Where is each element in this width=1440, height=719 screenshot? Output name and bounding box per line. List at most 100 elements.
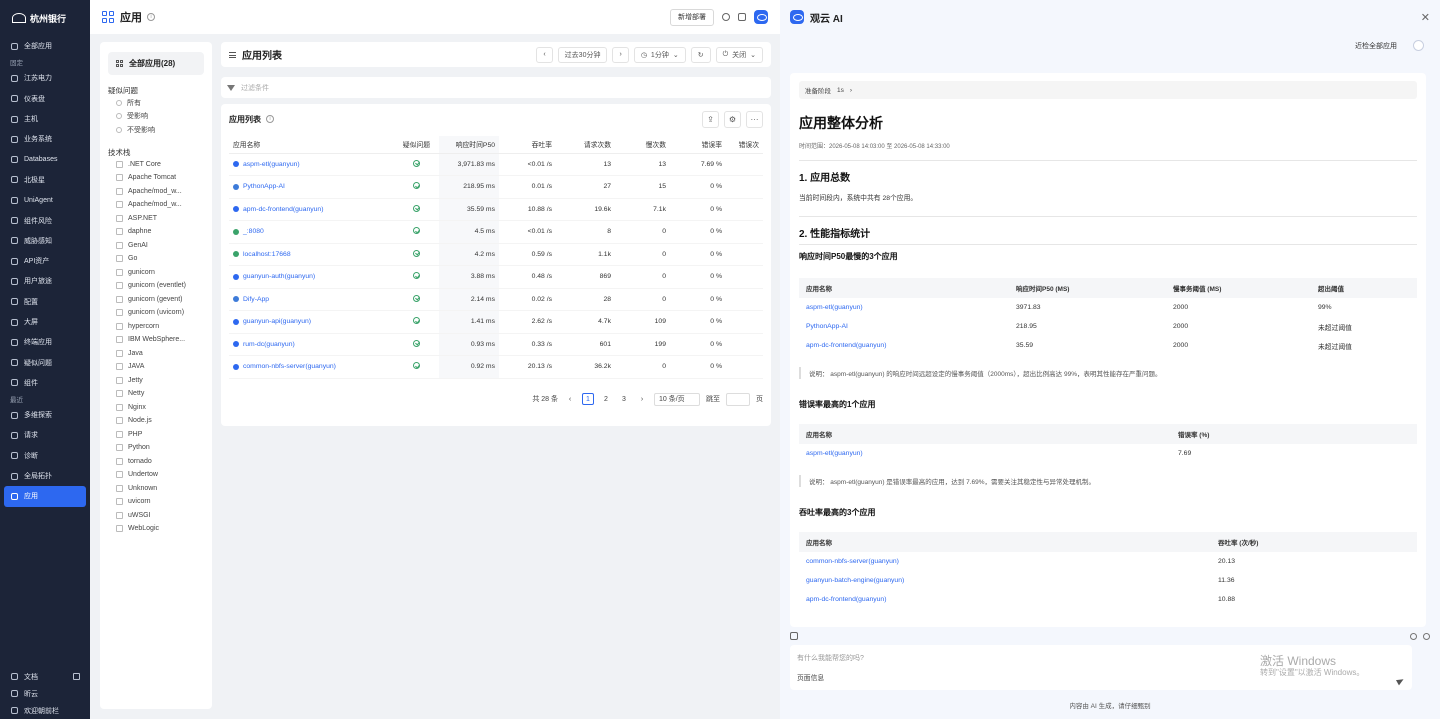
table-row[interactable]: guanyun-auth(guanyun) 3.88 ms 0.48 /s 869 0 0… xyxy=(229,265,763,289)
nav-item-江苏电力[interactable]: 江苏电力 xyxy=(0,68,90,88)
column-settings-icon[interactable]: ⚙ xyxy=(724,110,741,128)
column-header[interactable]: 疑似问题 xyxy=(394,136,439,154)
tech-filter-item[interactable]: Java xyxy=(108,347,204,361)
collapse-sidebar-icon[interactable] xyxy=(73,673,80,680)
nav-item-组件风险[interactable]: 组件风险 xyxy=(0,210,90,230)
nav-item-终端应用[interactable]: 终端应用 xyxy=(0,332,90,352)
nav-item-文档[interactable]: 文档 xyxy=(0,668,90,685)
tech-filter-item[interactable]: Jetty xyxy=(108,374,204,388)
column-header[interactable]: 错误次 xyxy=(726,136,763,154)
app-name-link[interactable]: guanyun-auth(guanyun) xyxy=(233,273,390,280)
step-indicator[interactable]: 准备阶段 1s › xyxy=(799,81,1417,99)
app-name-link[interactable]: apm-dc-frontend(guanyun) xyxy=(233,206,390,213)
app-name-link[interactable]: aspm-etl(guanyun) xyxy=(799,444,1171,463)
app-name-link[interactable]: apm-dc-frontend(guanyun) xyxy=(799,590,1211,609)
tech-filter-item[interactable]: PHP xyxy=(108,428,204,442)
app-name-link[interactable]: localhost:17668 xyxy=(233,251,390,258)
tech-filter-item[interactable]: Node.js xyxy=(108,414,204,428)
nav-item-欢迎朝前栏[interactable]: 欢迎朝前栏 xyxy=(0,702,90,719)
refresh-button[interactable]: ↻ xyxy=(690,46,711,63)
nav-item-UniAgent[interactable]: UniAgent xyxy=(0,190,90,210)
tech-filter-item[interactable]: gunicorn (gevent) xyxy=(108,293,204,307)
tech-filter-item[interactable]: uvicorn xyxy=(108,495,204,509)
all-apps-filter[interactable]: 全部应用(28) xyxy=(108,52,204,75)
nav-item-Databases[interactable]: Databases xyxy=(0,149,90,169)
auto-refresh-toggle[interactable]: ⏻ 关闭 ⌄ xyxy=(715,46,763,63)
more-icon[interactable]: ··· xyxy=(746,110,763,128)
column-header[interactable]: 应用名称 xyxy=(229,136,394,154)
column-header[interactable]: 错误率 xyxy=(670,136,726,154)
table-row[interactable]: Dify-App 2.14 ms 0.02 /s 28 0 0 % xyxy=(229,288,763,311)
table-row[interactable]: guanyun-api(guanyun) 1.41 ms 2.62 /s 4.7k 10… xyxy=(229,310,763,334)
column-header[interactable]: 慢次数 xyxy=(615,136,670,154)
app-name-link[interactable]: common-nbfs-server(guanyun) xyxy=(233,363,390,370)
tech-filter-item[interactable]: Apache/mod_w... xyxy=(108,198,204,212)
app-name-cell[interactable]: common-nbfs-server(guanyun) xyxy=(229,355,394,379)
history-icon[interactable] xyxy=(1410,632,1417,640)
table-row[interactable]: common-nbfs-server(guanyun) 0.92 ms 20.13 … xyxy=(229,355,763,379)
suspect-option[interactable]: 不受影响 xyxy=(108,123,204,137)
brand-logo[interactable]: 杭州银行 xyxy=(0,0,90,36)
time-range-picker[interactable]: 过去30分钟 xyxy=(557,46,608,63)
app-name-cell[interactable]: rum-dc(guanyun) xyxy=(229,333,394,356)
app-name-cell[interactable]: PythonApp-AI xyxy=(229,175,394,199)
suspect-option[interactable]: 受影响 xyxy=(108,110,204,124)
nav-item-用户旅途[interactable]: 用户旅途 xyxy=(0,271,90,291)
app-name-link[interactable]: guanyun-batch-engine(guanyun) xyxy=(799,571,1211,590)
table-row[interactable]: _:8080 4.5 ms <0.01 /s 8 0 0 % xyxy=(229,220,763,244)
nav-item-北极星[interactable]: 北极星 xyxy=(0,170,90,190)
app-name-cell[interactable]: guanyun-auth(guanyun) xyxy=(229,265,394,289)
app-name-link[interactable]: guanyun-api(guanyun) xyxy=(233,318,390,325)
info-icon[interactable]: i xyxy=(147,13,155,21)
app-name-link[interactable]: _:8080 xyxy=(233,228,390,235)
nav-item-仪表盘[interactable]: 仪表盘 xyxy=(0,89,90,109)
table-row[interactable]: apm-dc-frontend(guanyun) 35.59 ms 10.88 /s… xyxy=(229,198,763,221)
page-2-button[interactable]: 2 xyxy=(600,393,612,405)
export-icon[interactable]: ⇪ xyxy=(702,110,719,128)
nav-item-多维探索[interactable]: 多维探索 xyxy=(0,405,90,425)
page-3-button[interactable]: 3 xyxy=(618,393,630,405)
column-header[interactable]: 请求次数 xyxy=(556,136,615,154)
refresh-interval-select[interactable]: ◷ 1分钟 ⌄ xyxy=(633,46,686,63)
prev-range-button[interactable]: ‹ xyxy=(536,46,553,63)
table-row[interactable]: localhost:17668 4.2 ms 0.59 /s 1.1k 0 0 % xyxy=(229,243,763,266)
tech-filter-item[interactable]: JAVA xyxy=(108,360,204,374)
nav-all-apps[interactable]: 全部应用 xyxy=(0,36,90,56)
column-header[interactable]: 吞吐率 xyxy=(499,136,556,154)
tech-filter-item[interactable]: hypercorn xyxy=(108,320,204,334)
tech-filter-item[interactable]: ASP.NET xyxy=(108,212,204,226)
nav-item-组件[interactable]: 组件 xyxy=(0,373,90,393)
app-name-link[interactable]: Dify-App xyxy=(233,296,390,303)
table-row[interactable]: aspm-etl(guanyun) 3,971.83 ms <0.01 /s 13 13… xyxy=(229,153,763,176)
nav-item-请求[interactable]: 请求 xyxy=(0,425,90,445)
app-name-cell[interactable]: apm-dc-frontend(guanyun) xyxy=(229,198,394,221)
ai-assistant-icon[interactable] xyxy=(754,10,768,24)
app-name-link[interactable]: PythonApp-AI xyxy=(799,317,1009,336)
filter-placeholder[interactable]: 过滤条件 xyxy=(241,83,269,93)
add-chat-icon[interactable] xyxy=(1423,632,1430,640)
info-icon[interactable]: i xyxy=(266,115,274,123)
nav-item-大屏[interactable]: 大屏 xyxy=(0,312,90,332)
nav-item-威胁感知[interactable]: 威胁感知 xyxy=(0,231,90,251)
tech-filter-item[interactable]: gunicorn xyxy=(108,266,204,280)
app-name-link[interactable]: PythonApp-AI xyxy=(233,183,390,190)
tech-filter-item[interactable]: Python xyxy=(108,441,204,455)
tech-filter-item[interactable]: WebLogic xyxy=(108,522,204,536)
tech-filter-item[interactable]: Nginx xyxy=(108,401,204,415)
tech-filter-item[interactable]: gunicorn (eventlet) xyxy=(108,279,204,293)
new-deployment-button[interactable]: 新增部署 xyxy=(670,8,714,26)
page-1-button[interactable]: 1 xyxy=(582,393,594,405)
tech-filter-item[interactable]: daphne xyxy=(108,225,204,239)
nav-item-诊断[interactable]: 诊断 xyxy=(0,446,90,466)
nav-item-API资产[interactable]: API资产 xyxy=(0,251,90,271)
tech-filter-item[interactable]: IBM WebSphere... xyxy=(108,333,204,347)
tech-filter-item[interactable]: uWSGI xyxy=(108,509,204,523)
filter-bar[interactable]: 过滤条件 xyxy=(221,77,771,98)
app-name-link[interactable]: rum-dc(guanyun) xyxy=(233,341,390,348)
close-icon[interactable]: ✕ xyxy=(1421,11,1430,24)
app-name-link[interactable]: aspm-etl(guanyun) xyxy=(233,161,390,168)
nav-item-疑似问题[interactable]: 疑似问题 xyxy=(0,352,90,372)
app-name-cell[interactable]: Dify-App xyxy=(229,288,394,311)
settings-icon[interactable] xyxy=(722,13,730,21)
app-name-cell[interactable]: localhost:17668 xyxy=(229,243,394,266)
